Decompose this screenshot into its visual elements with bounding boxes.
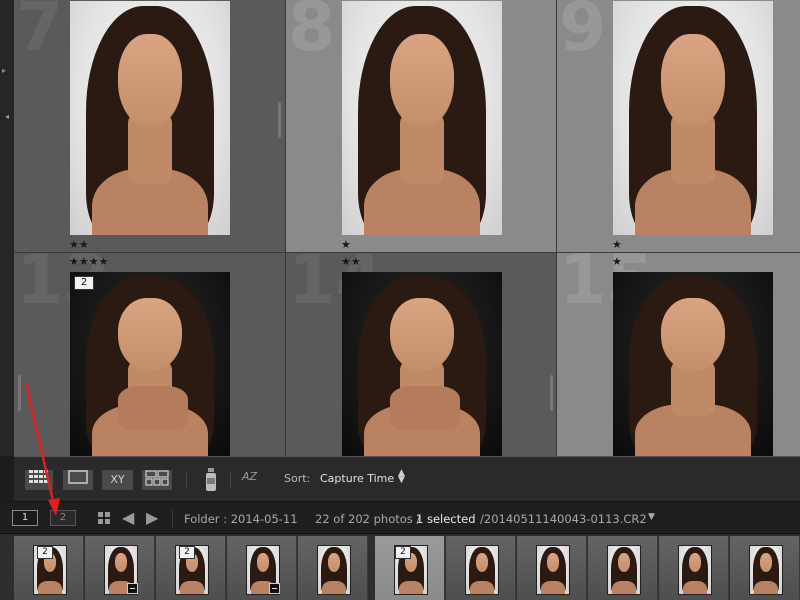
- grid-cell-15[interactable]: 15 ★: [557, 253, 800, 456]
- grid-cell-13[interactable]: 13 ★★★★ 2: [14, 253, 285, 456]
- sort-dropdown[interactable]: Capture Time: [320, 472, 394, 485]
- filmstrip-thumbnail[interactable]: [536, 545, 570, 595]
- secondary-window-button[interactable]: 2: [50, 510, 76, 526]
- forward-arrow-icon[interactable]: ▶: [146, 508, 158, 527]
- selected-filename: /20140511140043-0113.CR2: [480, 512, 647, 526]
- cell-index-number: 8: [288, 0, 336, 67]
- photo-thumbnail[interactable]: [342, 1, 502, 235]
- photo-grid: 7 ★★ 8 ★ 9 ★ 13 ★★★★ 2 14 ★★ 15 ★: [14, 0, 800, 456]
- sort-direction-icon[interactable]: AZ: [242, 470, 257, 483]
- grid-cell-14[interactable]: 14 ★★: [286, 253, 556, 456]
- photo-thumbnail[interactable]: [70, 1, 230, 235]
- grid-view-button[interactable]: [24, 469, 54, 491]
- selection-count: 1 selected: [416, 512, 476, 526]
- star-rating[interactable]: ★★: [341, 255, 361, 268]
- collapse-panel-icon[interactable]: ◂: [5, 112, 9, 121]
- folder-label[interactable]: Folder : 2014-05-11: [184, 512, 298, 526]
- develop-adjusted-icon[interactable]: [127, 583, 138, 594]
- star-rating[interactable]: ★★: [69, 238, 89, 251]
- left-panel-strip[interactable]: ▸ ◂: [0, 0, 14, 456]
- status-separator: [172, 510, 173, 528]
- filmstrip-item[interactable]: [446, 536, 516, 600]
- filmstrip: 2 2 2: [0, 533, 800, 600]
- filmstrip-thumbnail[interactable]: [678, 545, 712, 595]
- filmstrip-thumbnail[interactable]: [749, 545, 783, 595]
- resize-handle[interactable]: [550, 375, 553, 411]
- grid-cell-7[interactable]: 7 ★★: [14, 0, 285, 252]
- spray-can-icon[interactable]: [204, 468, 218, 492]
- stack-count-badge[interactable]: 2: [37, 546, 53, 559]
- photo-count: 22 of 202 photos /: [315, 512, 421, 526]
- filename-dropdown-icon[interactable]: ▼: [648, 512, 655, 522]
- stack-count-badge[interactable]: 2: [74, 276, 94, 290]
- filmstrip-item[interactable]: [298, 536, 368, 600]
- toolbar-separator: [186, 471, 187, 489]
- main-window-button[interactable]: 1: [12, 510, 38, 526]
- filmstrip-item[interactable]: [659, 536, 729, 600]
- expand-panel-icon[interactable]: ▸: [2, 66, 6, 75]
- filmstrip-status-bar: 1 2 ◀ ▶ Folder : 2014-05-11 22 of 202 ph…: [0, 503, 800, 533]
- filmstrip-item[interactable]: [588, 536, 658, 600]
- library-toolbar: XY AZ Sort: Capture Time ▲ ▼: [14, 456, 800, 502]
- filmstrip-thumbnail[interactable]: [607, 545, 641, 595]
- photo-thumbnail[interactable]: [342, 272, 502, 456]
- cell-index-number: 9: [559, 0, 607, 67]
- filmstrip-item[interactable]: [227, 536, 297, 600]
- filmstrip-item[interactable]: 2: [14, 536, 84, 600]
- sort-dropdown-arrows-icon[interactable]: ▲ ▼: [398, 469, 405, 485]
- photo-thumbnail[interactable]: [70, 272, 230, 456]
- star-rating[interactable]: ★★★★: [69, 255, 108, 268]
- resize-handle[interactable]: [18, 375, 21, 411]
- star-rating[interactable]: ★: [612, 255, 622, 268]
- filmstrip-item[interactable]: [85, 536, 155, 600]
- filmstrip-item[interactable]: [730, 536, 800, 600]
- grid-cell-9[interactable]: 9 ★: [557, 0, 800, 252]
- sort-label: Sort:: [284, 472, 311, 485]
- filmstrip-item[interactable]: [517, 536, 587, 600]
- filmstrip-item-selected[interactable]: 2: [375, 536, 445, 600]
- filmstrip-item[interactable]: 2: [156, 536, 226, 600]
- filmstrip-thumbnail[interactable]: [317, 545, 351, 595]
- photo-thumbnail[interactable]: [613, 1, 773, 235]
- stack-count-badge[interactable]: 2: [395, 546, 411, 559]
- toolbar-separator: [230, 471, 231, 489]
- loupe-view-button[interactable]: [62, 469, 94, 491]
- stack-count-badge[interactable]: 2: [179, 546, 195, 559]
- filmstrip-thumbnail[interactable]: [465, 545, 499, 595]
- survey-view-button[interactable]: [141, 469, 173, 491]
- resize-handle[interactable]: [278, 102, 281, 138]
- star-rating[interactable]: ★: [341, 238, 351, 251]
- develop-adjusted-icon[interactable]: [269, 583, 280, 594]
- grid-view-small-icon[interactable]: [98, 512, 110, 524]
- grid-icon: [29, 470, 48, 483]
- photo-thumbnail[interactable]: [613, 272, 773, 456]
- grid-cell-8[interactable]: 8 ★: [286, 0, 556, 252]
- loupe-icon: [68, 470, 88, 484]
- star-rating[interactable]: ★: [612, 238, 622, 251]
- cell-index-number: 7: [16, 0, 64, 67]
- survey-icon: [145, 470, 169, 486]
- back-arrow-icon[interactable]: ◀: [122, 508, 134, 527]
- compare-view-button[interactable]: XY: [101, 469, 134, 491]
